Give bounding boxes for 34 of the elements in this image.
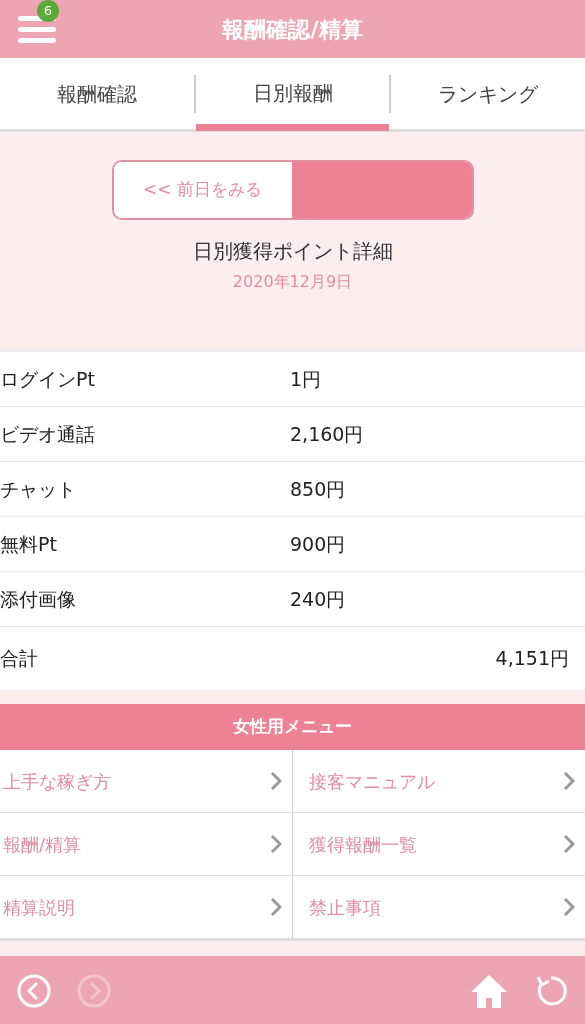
chevron-icon — [563, 834, 575, 854]
chevron-icon — [563, 897, 575, 917]
forward-icon — [76, 972, 112, 1009]
menu-header: 女性用メニュー — [0, 704, 585, 750]
row-label: ビデオ通話 — [0, 421, 96, 447]
row-label: 添付画像 — [0, 586, 77, 612]
chevron-icon — [269, 897, 282, 917]
row-label: ログインPt — [0, 366, 96, 392]
row-value: 1円 — [290, 366, 322, 392]
row-value: 240円 — [290, 586, 346, 612]
back-button[interactable] — [16, 972, 52, 1009]
row-value: 2,160円 — [290, 421, 364, 447]
chevron-icon — [269, 834, 282, 854]
tab[interactable]: 報酬確認 — [0, 56, 194, 131]
menu-item[interactable]: 精算説明 — [0, 876, 293, 939]
row-value: 850円 — [290, 476, 346, 502]
home-button[interactable] — [469, 972, 509, 1009]
tab[interactable]: ランキング — [391, 56, 585, 131]
back-icon — [16, 972, 52, 1009]
row-label: チャット — [0, 476, 77, 502]
chevron-icon — [563, 771, 575, 791]
chevron-icon — [269, 771, 282, 791]
notification-badge: 6 — [37, 0, 59, 22]
total-value: 4,151円 — [495, 646, 569, 672]
tab[interactable]: 日別報酬 — [195, 56, 390, 131]
row-value: 900円 — [290, 531, 346, 557]
total-label: 合計 — [0, 646, 38, 672]
detail-date: 2020年12月9日 — [232, 271, 353, 293]
page-title: 報酬確認/精算 — [222, 15, 363, 44]
detail-title: 日別獲得ポイント詳細 — [192, 238, 393, 265]
row-label: 無料Pt — [0, 531, 58, 557]
home-icon — [469, 972, 509, 1009]
menu-item[interactable]: 報酬/精算 — [0, 813, 293, 876]
menu-item[interactable]: 上手な稼ぎ方 — [0, 750, 293, 813]
